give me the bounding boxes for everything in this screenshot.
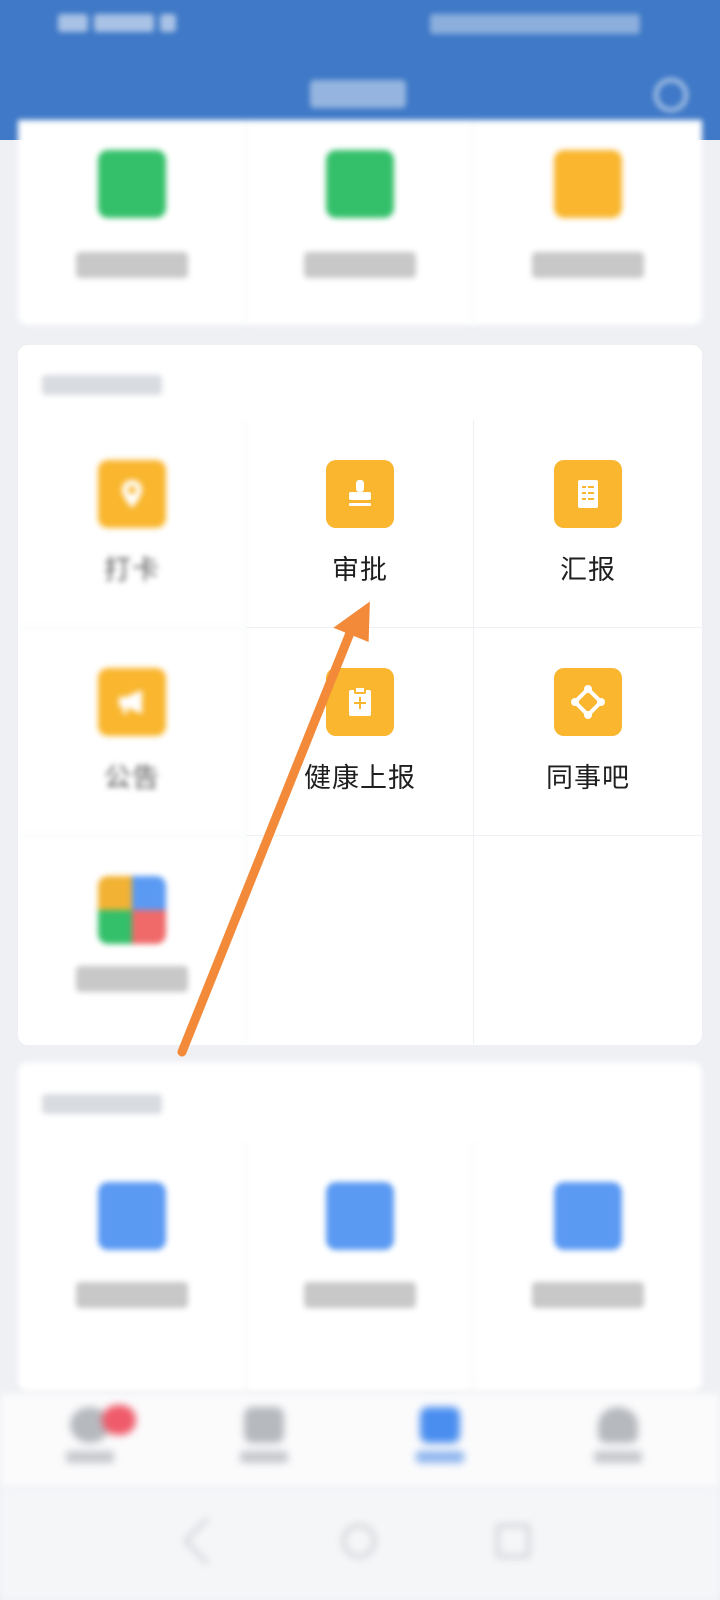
app-approval[interactable]: 审批 <box>246 420 474 628</box>
tab-messages[interactable] <box>50 1405 136 1477</box>
app-label: 同事吧 <box>546 763 630 794</box>
status-bar-right <box>430 14 640 34</box>
back-icon[interactable] <box>182 1516 232 1566</box>
office-apps-card <box>18 1062 702 1392</box>
workbench-card: 打卡 审批 汇报 公告 健康上报 同事吧 <box>18 345 702 1045</box>
app-more[interactable] <box>18 836 246 1044</box>
section-title <box>42 1094 162 1114</box>
health-clipboard-icon <box>326 668 394 736</box>
unread-badge <box>102 1405 136 1435</box>
empty-cell <box>246 836 474 1044</box>
tab-workbench[interactable] <box>400 1407 480 1477</box>
megaphone-icon <box>98 668 166 736</box>
section-title <box>42 375 162 395</box>
person-icon <box>598 1407 638 1443</box>
report-document-icon <box>554 460 622 528</box>
top-header <box>0 0 720 140</box>
app-icon <box>554 150 622 218</box>
blurred-app-2[interactable] <box>246 120 474 325</box>
blurred-app-3[interactable] <box>474 120 702 325</box>
recents-icon[interactable] <box>496 1524 530 1558</box>
bottom-tab-bar <box>0 1392 720 1488</box>
tab-contacts[interactable] <box>224 1407 304 1477</box>
app-icon <box>554 1182 622 1250</box>
app-label: 审批 <box>332 555 388 586</box>
system-navigation-bar <box>0 1488 720 1600</box>
app-label: 健康上报 <box>304 763 416 794</box>
blurred-app-1[interactable] <box>18 120 246 325</box>
workbench-icon <box>420 1407 460 1443</box>
app-health-report[interactable]: 健康上报 <box>246 628 474 836</box>
app-label: 汇报 <box>560 555 616 586</box>
stamp-icon <box>326 460 394 528</box>
app-announcement[interactable]: 公告 <box>18 628 246 836</box>
apps-grid-icon <box>98 876 166 944</box>
contacts-icon <box>244 1407 284 1443</box>
home-icon[interactable] <box>342 1524 376 1558</box>
app-report[interactable]: 汇报 <box>474 420 702 628</box>
network-nodes-icon <box>554 668 622 736</box>
app-label: 打卡 <box>104 555 160 586</box>
app-icon <box>98 150 166 218</box>
app-colleagues[interactable]: 同事吧 <box>474 628 702 836</box>
tab-me[interactable] <box>578 1407 658 1477</box>
app-label: 公告 <box>104 763 160 794</box>
blurred-app-6[interactable] <box>474 1142 702 1392</box>
blurred-app-5[interactable] <box>246 1142 474 1392</box>
app-icon <box>326 150 394 218</box>
top-apps-card <box>18 120 702 325</box>
app-label <box>76 966 188 992</box>
empty-cell <box>474 836 702 1044</box>
status-bar-left <box>58 14 188 36</box>
app-checkin[interactable]: 打卡 <box>18 420 246 628</box>
blurred-app-4[interactable] <box>18 1142 246 1392</box>
app-icon <box>326 1182 394 1250</box>
search-icon[interactable] <box>654 78 688 112</box>
app-icon <box>98 1182 166 1250</box>
page-title <box>310 80 406 108</box>
location-pin-icon <box>98 460 166 528</box>
